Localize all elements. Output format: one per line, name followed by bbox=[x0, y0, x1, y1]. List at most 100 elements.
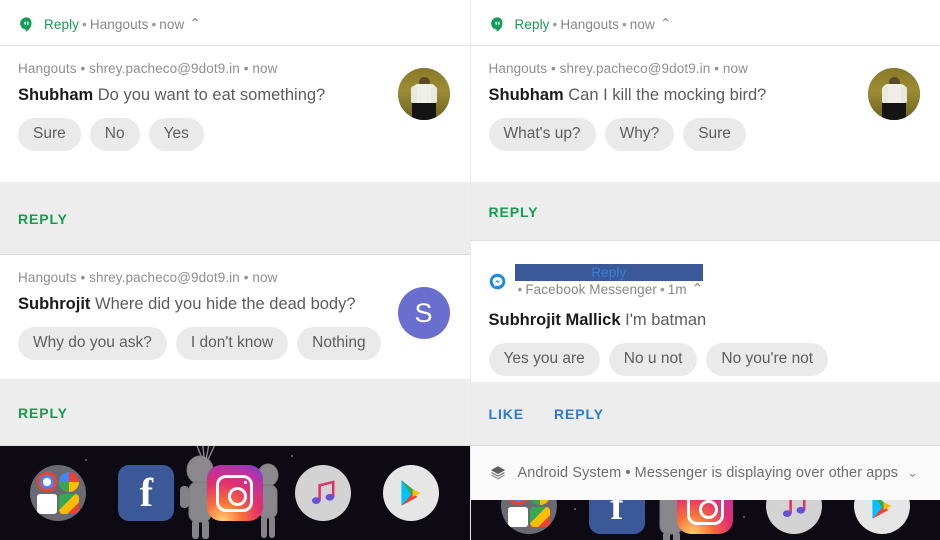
notification-card-hangouts-2[interactable]: Hangouts • shrey.pacheco@9dot9.in • now … bbox=[0, 255, 470, 376]
notification-body[interactable]: Hangouts • shrey.pacheco@9dot9.in • now … bbox=[0, 255, 470, 376]
avatar[interactable]: S bbox=[397, 287, 450, 339]
notification-meta: Hangouts • shrey.pacheco@9dot9.in • now bbox=[488, 61, 748, 76]
avatar-photo-arm-right bbox=[430, 85, 437, 104]
avatar-photo-arm-left bbox=[411, 85, 418, 104]
home-screen-dock: f bbox=[0, 446, 470, 540]
avatar-photo bbox=[868, 68, 920, 120]
play-triangle-glyph bbox=[401, 480, 421, 506]
message-text: Can I kill the mocking bird? bbox=[568, 86, 767, 104]
notification-header[interactable]: Reply • Hangouts • now ⌃ bbox=[0, 0, 470, 45]
wallpaper-dock-area: f bbox=[0, 446, 470, 540]
message-sender: Subhrojit bbox=[18, 295, 91, 313]
action-bar-inner: REPLY bbox=[0, 379, 470, 446]
notification-body[interactable]: Hangouts • shrey.pacheco@9dot9.in • now … bbox=[0, 46, 470, 167]
reply-button[interactable]: REPLY bbox=[489, 204, 539, 220]
message-sender: Shubham bbox=[18, 86, 94, 104]
smart-reply-chips: Why do you ask? I don't know Nothing bbox=[18, 315, 452, 376]
music-icon[interactable] bbox=[765, 500, 822, 534]
google-folder-icon[interactable] bbox=[30, 465, 87, 521]
notification-meta: Hangouts • shrey.pacheco@9dot9.in • now bbox=[18, 270, 278, 285]
notification-message: Shubham Can I kill the mocking bird? bbox=[489, 77, 923, 106]
music-icon[interactable] bbox=[295, 465, 352, 521]
facebook-messenger-icon bbox=[489, 273, 505, 289]
smart-reply-chip[interactable]: Yes bbox=[148, 118, 204, 151]
notification-header[interactable]: Reply • Hangouts • now ⌃ bbox=[471, 0, 940, 45]
google-folder-icon[interactable] bbox=[500, 500, 557, 534]
notification-card-hangouts-1[interactable]: Reply • Hangouts • now ⌃ Hangouts • shrey.pac… bbox=[0, 0, 470, 167]
notification-body[interactable]: Hangouts • shrey.pacheco@9dot9.in • now … bbox=[471, 46, 940, 167]
avatar[interactable] bbox=[868, 68, 920, 120]
facebook-icon[interactable]: f bbox=[118, 465, 175, 521]
smart-reply-chip[interactable]: Why do you ask? bbox=[18, 327, 167, 360]
instagram-icon[interactable] bbox=[677, 500, 734, 534]
notification-meta: Hangouts • shrey.pacheco@9dot9.in • now bbox=[18, 61, 278, 76]
avatar-photo-legs bbox=[411, 103, 436, 120]
smart-reply-chip[interactable]: No u not bbox=[608, 343, 698, 376]
notification-body[interactable]: Subhrojit Mallick I'm batman Yes you are… bbox=[471, 300, 940, 392]
smart-reply-chip[interactable]: Yes you are bbox=[488, 343, 600, 376]
instagram-icon[interactable] bbox=[206, 465, 263, 521]
chevron-up-icon[interactable]: ⌃ bbox=[692, 280, 703, 297]
action-bar-inner: REPLY bbox=[0, 182, 470, 255]
timestamp-label: now bbox=[629, 17, 655, 32]
right-screenshot-panel: Reply • Hangouts • now ⌃ Hangouts • shrey.pac… bbox=[469, 0, 940, 540]
avatar-photo-arm-left bbox=[881, 85, 888, 104]
action-bar-inner: REPLY bbox=[470, 182, 940, 241]
notification-message: Subhrojit Mallick I'm batman bbox=[489, 300, 923, 331]
reply-action-label[interactable]: Reply bbox=[514, 264, 704, 281]
smart-reply-chips: Sure No Yes bbox=[18, 106, 452, 167]
notification-header-text: Reply • Hangouts • now ⌃ bbox=[514, 15, 672, 32]
smart-reply-chip[interactable]: No you're not bbox=[706, 343, 829, 376]
app-name-label: Hangouts bbox=[560, 17, 619, 32]
smart-reply-chip[interactable]: Why? bbox=[604, 118, 675, 151]
reply-action-label[interactable]: Reply bbox=[44, 17, 79, 32]
layers-icon bbox=[490, 466, 505, 480]
smart-reply-chip[interactable]: I don't know bbox=[175, 327, 289, 360]
play-store-icon[interactable] bbox=[853, 500, 910, 534]
smart-reply-chip[interactable]: Sure bbox=[18, 118, 81, 151]
reply-button[interactable]: REPLY bbox=[18, 211, 68, 227]
notification-header-text: Reply • Hangouts • now ⌃ bbox=[44, 15, 201, 32]
music-note-glyph bbox=[311, 480, 335, 505]
message-sender: Shubham bbox=[488, 86, 564, 104]
play-triangle-glyph bbox=[872, 500, 892, 519]
reply-button[interactable]: REPLY bbox=[18, 405, 68, 421]
notification-card-messenger[interactable]: Reply • Facebook Messenger • 1m ⌃ Subhrojit M… bbox=[470, 248, 940, 392]
avatar-initial: S bbox=[414, 297, 433, 328]
hangouts-icon bbox=[490, 17, 502, 32]
app-name-label: Hangouts bbox=[89, 17, 149, 32]
notification-message: Shubham Do you want to eat something? bbox=[18, 77, 452, 106]
reply-action-label[interactable]: Reply bbox=[515, 17, 550, 32]
action-bar: LIKE REPLY bbox=[470, 382, 940, 446]
message-text: Where did you hide the dead body? bbox=[95, 295, 356, 313]
avatar-photo bbox=[397, 68, 450, 120]
app-name-label: Facebook Messenger bbox=[525, 282, 657, 297]
smart-reply-chip[interactable]: No bbox=[89, 118, 140, 151]
wallpaper-dock-area: f bbox=[470, 500, 940, 540]
like-button[interactable]: LIKE bbox=[489, 406, 525, 422]
action-bar: REPLY bbox=[470, 182, 940, 241]
avatar-photo-arm-right bbox=[901, 85, 907, 104]
chevron-up-icon[interactable]: ⌃ bbox=[660, 15, 671, 32]
hangouts-icon bbox=[20, 17, 32, 32]
reply-button[interactable]: REPLY bbox=[554, 406, 604, 422]
action-bar-inner: LIKE REPLY bbox=[470, 382, 940, 446]
smart-reply-chip[interactable]: Nothing bbox=[297, 327, 381, 360]
chevron-up-icon[interactable]: ⌃ bbox=[189, 15, 200, 32]
action-bar: REPLY bbox=[0, 379, 470, 446]
android-system-notification[interactable]: Android System • Messenger is displaying… bbox=[470, 446, 940, 500]
play-store-icon[interactable] bbox=[383, 465, 440, 521]
left-screenshot-panel: Reply • Hangouts • now ⌃ Hangouts • shrey.pac… bbox=[0, 0, 470, 540]
system-notification-text: Android System • Messenger is displaying… bbox=[517, 465, 899, 481]
smart-reply-chip[interactable]: What's up? bbox=[488, 118, 596, 151]
notification-header[interactable]: Reply • Facebook Messenger • 1m ⌃ bbox=[471, 248, 940, 300]
timestamp-label: now bbox=[159, 17, 185, 32]
facebook-icon[interactable]: f bbox=[588, 500, 645, 534]
timestamp-label: 1m bbox=[667, 282, 687, 297]
avatar[interactable] bbox=[397, 68, 450, 120]
message-text: I'm batman bbox=[625, 311, 707, 329]
smart-reply-chip[interactable]: Sure bbox=[683, 118, 746, 151]
notification-card-hangouts-1[interactable]: Reply • Hangouts • now ⌃ Hangouts • shrey.pac… bbox=[470, 0, 940, 167]
home-screen-dock: f bbox=[471, 500, 940, 540]
chevron-down-icon[interactable]: ⌄ bbox=[907, 465, 918, 481]
